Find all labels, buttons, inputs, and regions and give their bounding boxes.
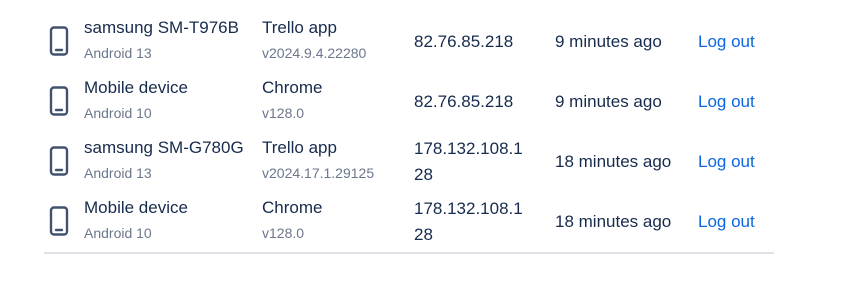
ip-address-text: 178.132.108.128 [414,139,523,184]
mobile-phone-icon [48,26,70,56]
last-active: 18 minutes ago [555,212,672,231]
ip-address: 82.76.85.218 [414,12,534,72]
action-cell: Log out [698,72,755,132]
app-name: Chrome [262,78,323,97]
log-out-button[interactable]: Log out [698,92,755,112]
ip-address-text: 178.132.108.128 [414,199,523,244]
app-name: Trello app [262,18,337,37]
action-cell: Log out [698,192,755,252]
app-info: Chrome v128.0 [262,78,322,122]
ip-address: 82.76.85.218 [414,72,534,132]
session-row: samsung SM-T976B Android 13 Trello app v… [44,12,774,72]
mobile-phone-icon [48,206,70,236]
mobile-phone-icon [48,86,70,116]
app-version: v128.0 [262,225,305,241]
session-row: Mobile device Android 10 Chrome v128.0 1… [44,192,774,252]
app-version: v128.0 [262,105,305,121]
log-out-button[interactable]: Log out [698,32,755,52]
last-active: 9 minutes ago [555,32,662,51]
device-name: Mobile device [84,198,188,217]
app-info: Chrome v128.0 [262,198,322,242]
ip-address-text: 82.76.85.218 [414,92,514,111]
last-active: 18 minutes ago [555,152,672,171]
log-out-button[interactable]: Log out [698,212,755,232]
app-version: v2024.9.4.22280 [262,45,367,61]
session-row: samsung SM-G780G Android 13 Trello app v… [44,132,774,192]
device-info: Mobile device Android 10 [84,78,188,122]
device-info: samsung SM-G780G Android 13 [84,138,244,182]
mobile-phone-icon [48,146,70,176]
device-os: Android 13 [84,45,152,61]
last-active: 9 minutes ago [555,92,662,111]
sessions-list: samsung SM-T976B Android 13 Trello app v… [44,12,774,254]
app-version: v2024.17.1.29125 [262,165,375,181]
session-row: Mobile device Android 10 Chrome v128.0 8… [44,72,774,132]
device-name: Mobile device [84,78,188,97]
device-os: Android 10 [84,225,152,241]
app-name: Trello app [262,138,337,157]
ip-address: 178.132.108.128 [414,132,534,192]
app-name: Chrome [262,198,323,217]
action-cell: Log out [698,132,755,192]
log-out-button[interactable]: Log out [698,152,755,172]
app-info: Trello app v2024.17.1.29125 [262,138,374,182]
device-name: samsung SM-T976B [84,18,239,37]
action-cell: Log out [698,12,755,72]
device-os: Android 10 [84,105,152,121]
device-name: samsung SM-G780G [84,138,244,157]
ip-address: 178.132.108.128 [414,192,534,252]
device-info: samsung SM-T976B Android 13 [84,18,239,62]
device-os: Android 13 [84,165,152,181]
app-info: Trello app v2024.9.4.22280 [262,18,366,62]
device-info: Mobile device Android 10 [84,198,188,242]
ip-address-text: 82.76.85.218 [414,32,514,51]
